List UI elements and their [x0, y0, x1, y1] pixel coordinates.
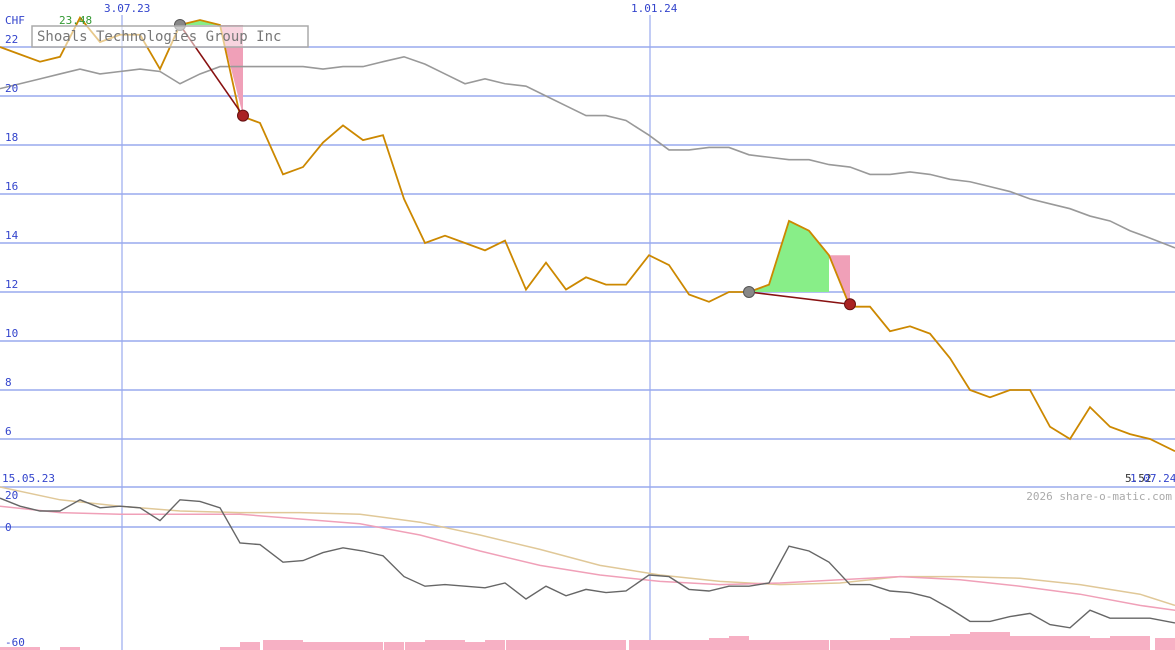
- volume-bar-37: [749, 640, 769, 650]
- y-tick-price-22: 22: [5, 33, 18, 46]
- volume-bar-45: [910, 636, 930, 650]
- y-tick-price-14: 14: [5, 229, 19, 242]
- line-osc-signal: [0, 505, 1175, 611]
- volume-bar-39: [789, 640, 809, 650]
- trade-exit-marker-0: [237, 109, 249, 122]
- axis-labels: CHF 23.48 3.07.23 1.01.24 15.05.23 5.52 …: [2, 2, 1175, 649]
- volume-bar-27: [546, 640, 566, 650]
- volume-bar-20: [405, 642, 425, 650]
- volume-bar-41: [830, 640, 850, 650]
- volume-bar-30: [606, 640, 626, 650]
- trade-markers: [174, 18, 856, 311]
- volume-bar-56: [1130, 636, 1150, 650]
- volume-bar-35: [709, 638, 729, 650]
- volume-bar-34: [689, 640, 709, 650]
- line-price: [0, 15, 1175, 453]
- volume-bars: [0, 632, 1175, 650]
- currency-label: CHF: [5, 14, 25, 27]
- y-tick-price-10: 10: [5, 327, 18, 340]
- volume-bar-46: [930, 636, 950, 650]
- line-osc-trend: [0, 486, 1175, 607]
- volume-bar-17: [343, 642, 363, 650]
- y-tick-price-12: 12: [5, 278, 18, 291]
- volume-bar-23: [465, 642, 485, 650]
- volume-bar-13: [263, 640, 283, 650]
- volume-bar-38: [769, 640, 789, 650]
- volume-bar-31: [629, 640, 649, 650]
- line-moving-average: [0, 55, 1175, 249]
- high-label: 23.48: [59, 14, 92, 27]
- y-tick-osc--60: -60: [5, 636, 25, 649]
- volume-bar-16: [323, 642, 343, 650]
- date-label-start: 15.05.23: [2, 472, 55, 485]
- volume-bar-48: [970, 632, 990, 650]
- trade-exit-marker-1: [844, 298, 856, 311]
- date-label-mid2: 1.01.24: [631, 2, 678, 15]
- y-tick-price-20: 20: [5, 82, 18, 95]
- watermark: 2026 share-o-matic.com: [1026, 490, 1172, 503]
- y-tick-price-16: 16: [5, 180, 18, 193]
- stock-chart: CHF 23.48 3.07.23 1.01.24 15.05.23 5.52 …: [0, 2, 1175, 650]
- date-label-end: 1.07.24: [1130, 472, 1175, 485]
- trade-line-1: [748, 291, 851, 306]
- volume-bar-51: [1030, 636, 1050, 650]
- trade-entry-marker-1: [743, 286, 755, 298]
- volume-bar-18: [363, 642, 383, 650]
- title-box: Shoals Technologies Group Inc: [31, 25, 309, 48]
- y-tick-osc-0: 0: [5, 521, 12, 534]
- volume-bar-25: [506, 640, 526, 650]
- volume-bar-28: [566, 640, 586, 650]
- series-lines: [0, 15, 1175, 629]
- volume-bar-33: [669, 640, 689, 650]
- y-tick-price-8: 8: [5, 376, 12, 389]
- volume-bar-22: [445, 640, 465, 650]
- trade-gain-area-1: [749, 220, 829, 292]
- grid: [0, 15, 1175, 650]
- volume-bar-15: [303, 642, 323, 650]
- volume-bar-49: [990, 632, 1010, 650]
- volume-bar-19: [384, 642, 404, 650]
- volume-bar-14: [283, 640, 303, 650]
- volume-bar-29: [586, 640, 606, 650]
- volume-bar-53: [1070, 636, 1090, 650]
- y-tick-price-18: 18: [5, 131, 18, 144]
- line-osc-main: [0, 497, 1175, 629]
- volume-bar-54: [1090, 638, 1110, 650]
- y-tick-price-6: 6: [5, 425, 12, 438]
- date-label-mid1: 3.07.23: [104, 2, 150, 15]
- volume-bar-42: [850, 640, 870, 650]
- volume-bar-57: [1155, 638, 1175, 650]
- y-tick-osc-20: 20: [5, 489, 18, 502]
- volume-bar-21: [425, 640, 445, 650]
- volume-bar-47: [950, 634, 970, 650]
- volume-bar-44: [890, 638, 910, 650]
- volume-bar-55: [1110, 636, 1130, 650]
- volume-bar-32: [649, 640, 669, 650]
- volume-bar-36: [729, 636, 749, 650]
- volume-bar-52: [1050, 636, 1070, 650]
- volume-bar-26: [526, 640, 546, 650]
- volume-bar-43: [870, 640, 890, 650]
- chart-title: Shoals Technologies Group Inc: [37, 29, 281, 45]
- volume-bar-50: [1010, 636, 1030, 650]
- volume-bar-12: [240, 642, 260, 650]
- volume-bar-40: [809, 640, 829, 650]
- volume-bar-24: [485, 640, 505, 650]
